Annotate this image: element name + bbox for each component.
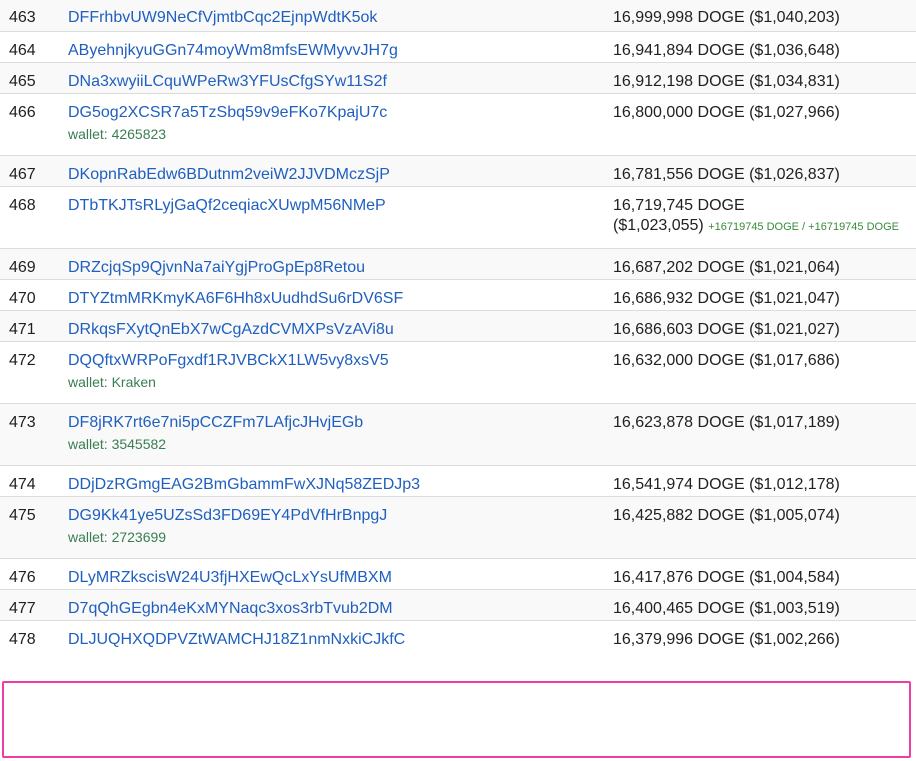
address-cell: DRZcjqSp9QjvnNa7aiYgjProGpEp8Retou bbox=[68, 247, 613, 279]
balance-cell: 16,800,000 DOGE ($1,027,966) bbox=[613, 92, 916, 155]
address-link[interactable]: DDjDzRGmgEAG2BmGbammFwXJNq58ZEDJp3 bbox=[68, 475, 420, 495]
address-link[interactable]: DRZcjqSp9QjvnNa7aiYgjProGpEp8Retou bbox=[68, 258, 365, 278]
address-link[interactable]: DRkqsFXytQnEbX7wCgAzdCVMXPsVzAVi8u bbox=[68, 320, 394, 340]
address-link[interactable]: DLJUQHXQDPVZtWAMCHJ18Z1nmNxkiCJkfC bbox=[68, 630, 405, 650]
table-row: 472 DQQftxWRPoFgxdf1RJVBCkX1LW5vy8xsV5 w… bbox=[0, 340, 916, 403]
address-link[interactable]: DG9Kk41ye5UZsSd3FD69EY4PdVfHrBnpgJ bbox=[68, 506, 387, 526]
address-cell: DQQftxWRPoFgxdf1RJVBCkX1LW5vy8xsV5 walle… bbox=[68, 340, 613, 403]
rank-cell: 468 bbox=[0, 185, 68, 248]
table-row: 478 DLJUQHXQDPVZtWAMCHJ18Z1nmNxkiCJkfC 1… bbox=[0, 619, 916, 651]
table-row: 465 DNa3xwyiiLCquWPeRw3YFUsCfgSYw11S2f 1… bbox=[0, 61, 916, 93]
table-row: 467 DKopnRabEdw6BDutnm2veiW2JJVDMczSjP 1… bbox=[0, 154, 916, 186]
rank-cell: 463 bbox=[0, 0, 68, 31]
rank-cell: 477 bbox=[0, 588, 68, 620]
address-cell: DG5og2XCSR7a5TzSbq59v9eFKo7KpajU7c walle… bbox=[68, 92, 613, 155]
rank-cell: 475 bbox=[0, 495, 68, 558]
address-cell: DKopnRabEdw6BDutnm2veiW2JJVDMczSjP bbox=[68, 154, 613, 186]
rank-cell: 465 bbox=[0, 61, 68, 93]
rank-cell: 470 bbox=[0, 278, 68, 310]
address-link[interactable]: DF8jRK7rt6e7ni5pCCZFm7LAfjcJHvjEGb bbox=[68, 413, 363, 433]
balance-cell: 16,417,876 DOGE ($1,004,584) bbox=[613, 557, 916, 589]
address-cell: DTYZtmMRKmyKA6F6Hh8xUudhdSu6rDV6SF bbox=[68, 278, 613, 310]
rank-cell: 466 bbox=[0, 92, 68, 155]
address-link[interactable]: DG5og2XCSR7a5TzSbq59v9eFKo7KpajU7c bbox=[68, 103, 387, 123]
balance-cell: 16,379,996 DOGE ($1,002,266) bbox=[613, 619, 916, 651]
address-link[interactable]: DTbTKJTsRLyjGaQf2ceqiacXUwpM56NMeP bbox=[68, 196, 386, 216]
address-cell: DDjDzRGmgEAG2BmGbammFwXJNq58ZEDJp3 bbox=[68, 464, 613, 496]
rank-cell: 469 bbox=[0, 247, 68, 279]
address-cell: DLyMRZkscisW24U3fjHXEwQcLxYsUfMBXM bbox=[68, 557, 613, 589]
rank-cell: 478 bbox=[0, 619, 68, 651]
rank-cell: 464 bbox=[0, 30, 68, 62]
balance-cell: 16,941,894 DOGE ($1,036,648) bbox=[613, 30, 916, 62]
balance-change: +16719745 DOGE / +16719745 DOGE bbox=[708, 220, 899, 233]
address-link[interactable]: DLyMRZkscisW24U3fjHXEwQcLxYsUfMBXM bbox=[68, 568, 392, 588]
address-link[interactable]: DQQftxWRPoFgxdf1RJVBCkX1LW5vy8xsV5 bbox=[68, 351, 389, 371]
table-row: 469 DRZcjqSp9QjvnNa7aiYgjProGpEp8Retou 1… bbox=[0, 247, 916, 279]
table-row: 474 DDjDzRGmgEAG2BmGbammFwXJNq58ZEDJp3 1… bbox=[0, 464, 916, 496]
address-cell: DRkqsFXytQnEbX7wCgAzdCVMXPsVzAVi8u bbox=[68, 309, 613, 341]
rich-list-table: 463 DFFrhbvUW9NeCfVjmtbCqc2EjnpWdtK5ok 1… bbox=[0, 0, 916, 651]
wallet-label: wallet: 2723699 bbox=[68, 528, 167, 545]
balance-doge: 16,719,745 DOGE bbox=[613, 196, 745, 214]
table-row: 463 DFFrhbvUW9NeCfVjmtbCqc2EjnpWdtK5ok 1… bbox=[0, 0, 916, 31]
balance-cell: 16,632,000 DOGE ($1,017,686) bbox=[613, 340, 916, 403]
balance-cell: 16,687,202 DOGE ($1,021,064) bbox=[613, 247, 916, 279]
balance-cell: 16,719,745 DOGE ($1,023,055) +16719745 D… bbox=[613, 185, 916, 248]
balance-usd: ($1,023,055) bbox=[613, 216, 704, 234]
balance-cell: 16,686,603 DOGE ($1,021,027) bbox=[613, 309, 916, 341]
address-cell: AByehnjkyuGGn74moyWm8mfsEWMyvvJH7g bbox=[68, 30, 613, 62]
rank-cell: 474 bbox=[0, 464, 68, 496]
balance-cell: 16,781,556 DOGE ($1,026,837) bbox=[613, 154, 916, 186]
address-cell: DG9Kk41ye5UZsSd3FD69EY4PdVfHrBnpgJ walle… bbox=[68, 495, 613, 558]
balance-cell: 16,912,198 DOGE ($1,034,831) bbox=[613, 61, 916, 93]
rank-cell: 472 bbox=[0, 340, 68, 403]
address-link[interactable]: DTYZtmMRKmyKA6F6Hh8xUudhdSu6rDV6SF bbox=[68, 289, 403, 309]
highlight-box bbox=[2, 681, 911, 758]
rank-cell: 467 bbox=[0, 154, 68, 186]
address-link[interactable]: D7qQhGEgbn4eKxMYNaqc3xos3rbTvub2DM bbox=[68, 599, 393, 619]
address-link[interactable]: DKopnRabEdw6BDutnm2veiW2JJVDMczSjP bbox=[68, 165, 390, 185]
address-link[interactable]: AByehnjkyuGGn74moyWm8mfsEWMyvvJH7g bbox=[68, 41, 398, 61]
address-cell: DNa3xwyiiLCquWPeRw3YFUsCfgSYw11S2f bbox=[68, 61, 613, 93]
address-cell: DF8jRK7rt6e7ni5pCCZFm7LAfjcJHvjEGb walle… bbox=[68, 402, 613, 465]
table-row: 471 DRkqsFXytQnEbX7wCgAzdCVMXPsVzAVi8u 1… bbox=[0, 309, 916, 341]
balance-cell: 16,425,882 DOGE ($1,005,074) bbox=[613, 495, 916, 558]
table-row: 468 DTbTKJTsRLyjGaQf2ceqiacXUwpM56NMeP 1… bbox=[0, 185, 916, 248]
wallet-label: wallet: 4265823 bbox=[68, 125, 167, 142]
address-cell: D7qQhGEgbn4eKxMYNaqc3xos3rbTvub2DM bbox=[68, 588, 613, 620]
address-cell: DFFrhbvUW9NeCfVjmtbCqc2EjnpWdtK5ok bbox=[68, 0, 613, 31]
rank-cell: 471 bbox=[0, 309, 68, 341]
balance-cell: 16,541,974 DOGE ($1,012,178) bbox=[613, 464, 916, 496]
balance-cell: 16,686,932 DOGE ($1,021,047) bbox=[613, 278, 916, 310]
table-row: 464 AByehnjkyuGGn74moyWm8mfsEWMyvvJH7g 1… bbox=[0, 30, 916, 62]
table-row: 473 DF8jRK7rt6e7ni5pCCZFm7LAfjcJHvjEGb w… bbox=[0, 402, 916, 465]
table-row: 475 DG9Kk41ye5UZsSd3FD69EY4PdVfHrBnpgJ w… bbox=[0, 495, 916, 558]
balance-cell: 16,999,998 DOGE ($1,040,203) bbox=[613, 0, 916, 31]
balance-cell: 16,400,465 DOGE ($1,003,519) bbox=[613, 588, 916, 620]
address-cell: DLJUQHXQDPVZtWAMCHJ18Z1nmNxkiCJkfC bbox=[68, 619, 613, 651]
address-cell: DTbTKJTsRLyjGaQf2ceqiacXUwpM56NMeP bbox=[68, 185, 613, 248]
table-row: 466 DG5og2XCSR7a5TzSbq59v9eFKo7KpajU7c w… bbox=[0, 92, 916, 155]
table-row: 470 DTYZtmMRKmyKA6F6Hh8xUudhdSu6rDV6SF 1… bbox=[0, 278, 916, 310]
table-row: 477 D7qQhGEgbn4eKxMYNaqc3xos3rbTvub2DM 1… bbox=[0, 588, 916, 620]
balance-cell: 16,623,878 DOGE ($1,017,189) bbox=[613, 402, 916, 465]
rank-cell: 476 bbox=[0, 557, 68, 589]
table-row: 476 DLyMRZkscisW24U3fjHXEwQcLxYsUfMBXM 1… bbox=[0, 557, 916, 589]
rank-cell: 473 bbox=[0, 402, 68, 465]
address-link[interactable]: DFFrhbvUW9NeCfVjmtbCqc2EjnpWdtK5ok bbox=[68, 8, 377, 28]
address-link[interactable]: DNa3xwyiiLCquWPeRw3YFUsCfgSYw11S2f bbox=[68, 72, 387, 92]
wallet-label: wallet: 3545582 bbox=[68, 435, 167, 452]
wallet-label: wallet: Kraken bbox=[68, 373, 156, 390]
